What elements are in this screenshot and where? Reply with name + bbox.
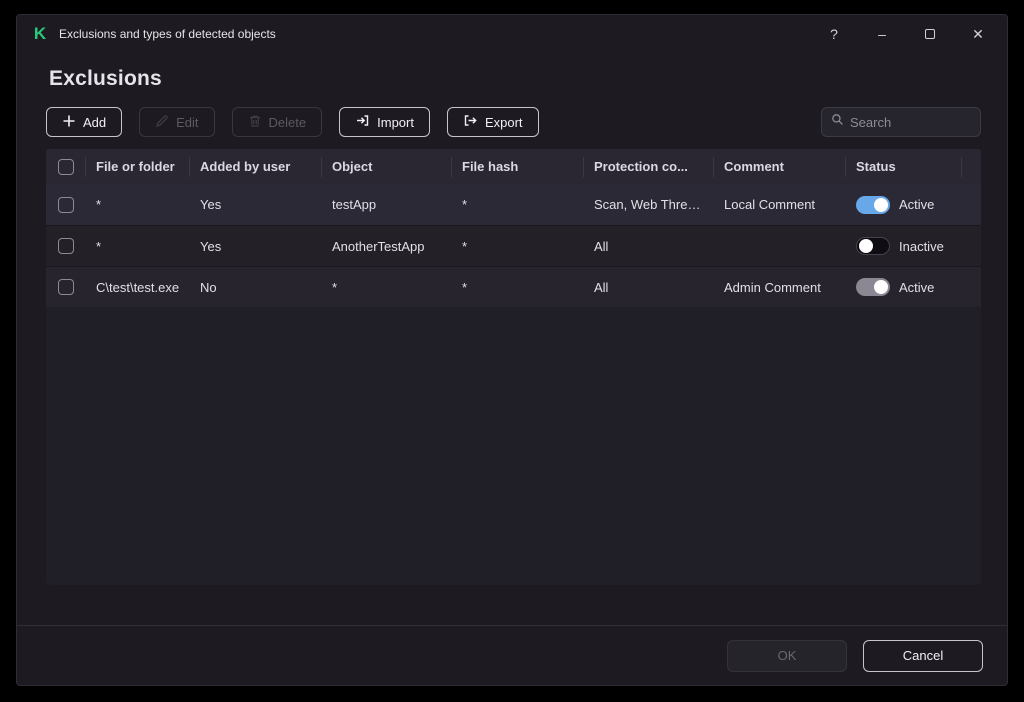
row-checkbox-cell [46,238,86,254]
select-all-checkbox[interactable] [58,159,74,175]
cell-object: AnotherTestApp [322,239,452,254]
row-checkbox-cell [46,197,86,213]
delete-button[interactable]: Delete [232,107,323,137]
cell-object: * [322,280,452,295]
status-label: Active [899,280,934,295]
help-button[interactable]: ? [817,20,851,48]
cell-file-or-folder: C\test\test.exe [86,280,190,295]
status-label: Inactive [899,239,944,254]
table-row[interactable]: * Yes testApp * Scan, Web Threa... Local… [46,184,981,225]
search-icon [831,113,844,131]
cancel-button[interactable]: Cancel [863,640,983,672]
add-button[interactable]: Add [46,107,122,137]
pencil-icon [155,114,169,131]
status-toggle[interactable] [856,278,890,296]
kaspersky-logo-icon: K [31,25,49,43]
maximize-icon [925,29,935,39]
col-file-or-folder[interactable]: File or folder [86,157,190,177]
minimize-button[interactable]: – [865,20,899,48]
status-label: Active [899,197,934,212]
maximize-button[interactable] [913,20,947,48]
row-checkbox[interactable] [58,279,74,295]
row-checkbox[interactable] [58,238,74,254]
toggle-knob-icon [874,198,888,212]
search-box[interactable] [821,107,981,137]
cell-comment: Admin Comment [714,280,846,295]
cell-added-by-user: No [190,280,322,295]
export-icon [463,113,478,131]
edit-button-label: Edit [176,115,198,130]
plus-icon [62,114,76,131]
cell-protection-components: All [584,239,714,254]
col-object[interactable]: Object [322,157,452,177]
col-added-by-user[interactable]: Added by user [190,157,322,177]
export-button-label: Export [485,115,523,130]
minimize-icon: – [878,26,886,42]
ok-button[interactable]: OK [727,640,847,672]
cell-object: testApp [322,197,452,212]
col-comment[interactable]: Comment [714,157,846,177]
status-toggle[interactable] [856,237,890,255]
close-icon: ✕ [972,26,984,43]
cell-file-hash: * [452,197,584,212]
table-row[interactable]: C\test\test.exe No * * All Admin Comment… [46,266,981,307]
edit-button[interactable]: Edit [139,107,214,137]
trash-icon [248,114,262,131]
col-file-hash[interactable]: File hash [452,157,584,177]
col-status[interactable]: Status [846,157,962,177]
table-empty-area [46,307,981,585]
header-checkbox-cell [46,157,86,177]
cell-protection-components: Scan, Web Threa... [584,197,714,212]
cell-file-hash: * [452,239,584,254]
import-icon [355,113,370,131]
cell-status: Active [846,196,962,214]
window-controls: ? – ✕ [817,20,995,48]
cell-protection-components: All [584,280,714,295]
row-checkbox[interactable] [58,197,74,213]
footer: OK Cancel [17,625,1007,685]
table-row[interactable]: * Yes AnotherTestApp * All Inactive [46,225,981,266]
export-button[interactable]: Export [447,107,539,137]
help-icon: ? [830,26,838,42]
window-title: Exclusions and types of detected objects [59,27,276,41]
exclusions-table: File or folder Added by user Object File… [46,149,981,585]
import-button[interactable]: Import [339,107,430,137]
cell-file-or-folder: * [86,239,190,254]
cell-added-by-user: Yes [190,197,322,212]
col-spacer [962,157,981,177]
titlebar: K Exclusions and types of detected objec… [17,15,1007,53]
delete-button-label: Delete [269,115,307,130]
toggle-knob-icon [874,280,888,294]
cell-status: Inactive [846,237,962,255]
toolbar: Add Edit Delete Import Export [46,107,981,137]
cell-comment: Local Comment [714,197,846,212]
status-toggle[interactable] [856,196,890,214]
cell-file-or-folder: * [86,197,190,212]
cell-status: Active [846,278,962,296]
add-button-label: Add [83,115,106,130]
cell-file-hash: * [452,280,584,295]
table-header: File or folder Added by user Object File… [46,149,981,184]
table-body: * Yes testApp * Scan, Web Threa... Local… [46,184,981,307]
cell-added-by-user: Yes [190,239,322,254]
import-button-label: Import [377,115,414,130]
row-checkbox-cell [46,279,86,295]
col-protection-components[interactable]: Protection co... [584,157,714,177]
search-input[interactable] [850,115,971,130]
page-title: Exclusions [49,67,1007,91]
toggle-knob-icon [859,239,873,253]
dialog-window: K Exclusions and types of detected objec… [16,14,1008,686]
close-button[interactable]: ✕ [961,20,995,48]
